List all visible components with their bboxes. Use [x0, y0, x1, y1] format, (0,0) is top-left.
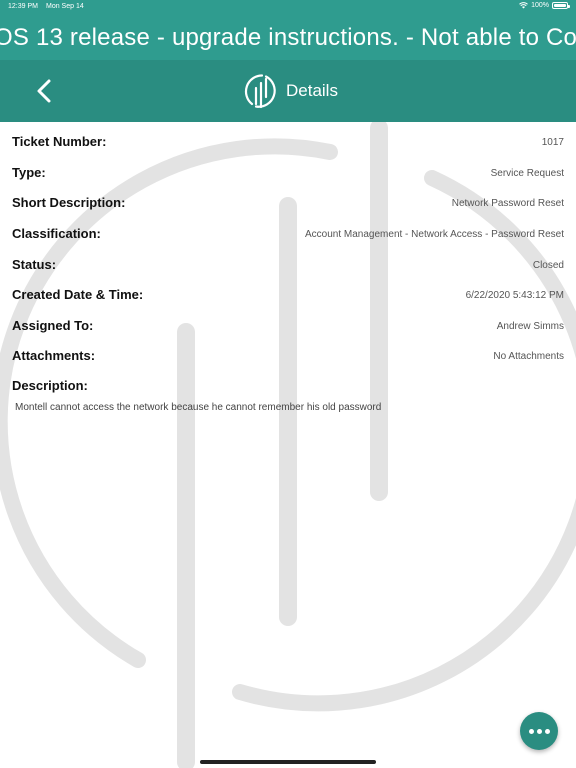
attachments-value[interactable]: No Attachments [493, 351, 564, 362]
status-time: 12:39 PM [8, 3, 38, 10]
more-dot [536, 728, 542, 734]
nav-title-group: Details [240, 70, 338, 112]
type-label: Type: [12, 165, 46, 180]
more-horizontal-icon [528, 728, 534, 734]
description-value: Montell cannot access the network becaus… [15, 402, 382, 413]
battery-icon [552, 2, 570, 9]
status-right: 100% [519, 2, 570, 9]
attachments-label: Attachments: [12, 348, 96, 363]
assigned-to-value: Andrew Simms [496, 321, 564, 332]
classification-value: Account Management - Network Access - Pa… [305, 229, 564, 240]
classification-label: Classification: [12, 226, 101, 241]
ticket-title-banner: OS 13 release - upgrade instructions. - … [0, 14, 576, 60]
wifi-icon [519, 2, 528, 9]
more-dot [544, 728, 550, 734]
type-value: Service Request [490, 168, 564, 179]
ticket-number-value: 1017 [541, 137, 564, 148]
status-label: Status: [12, 257, 57, 272]
short-description-value: Network Password Reset [451, 198, 564, 209]
chevron-left-icon[interactable] [30, 76, 60, 106]
created-label: Created Date & Time: [12, 287, 144, 302]
status-bar: 12:39 PM Mon Sep 14 100% [0, 0, 576, 14]
status-value: Closed [532, 260, 564, 271]
home-indicator[interactable] [200, 760, 376, 764]
ticket-title-text: OS 13 release - upgrade instructions. - … [0, 24, 576, 51]
navigation-bar: Details [0, 60, 576, 122]
app-logo-icon [244, 74, 276, 109]
created-value: 6/22/2020 5:43:12 PM [465, 290, 564, 301]
ticket-number-label: Ticket Number: [12, 134, 107, 149]
short-description-label: Short Description: [12, 195, 126, 210]
status-date: Mon Sep 14 [46, 3, 84, 10]
watermark-logo-icon [0, 122, 576, 768]
assigned-to-label: Assigned To: [12, 318, 94, 333]
battery-percent: 100% [531, 2, 549, 9]
page-title: Details [286, 81, 338, 100]
more-options-button[interactable] [520, 712, 558, 750]
description-label: Description: [12, 378, 88, 393]
